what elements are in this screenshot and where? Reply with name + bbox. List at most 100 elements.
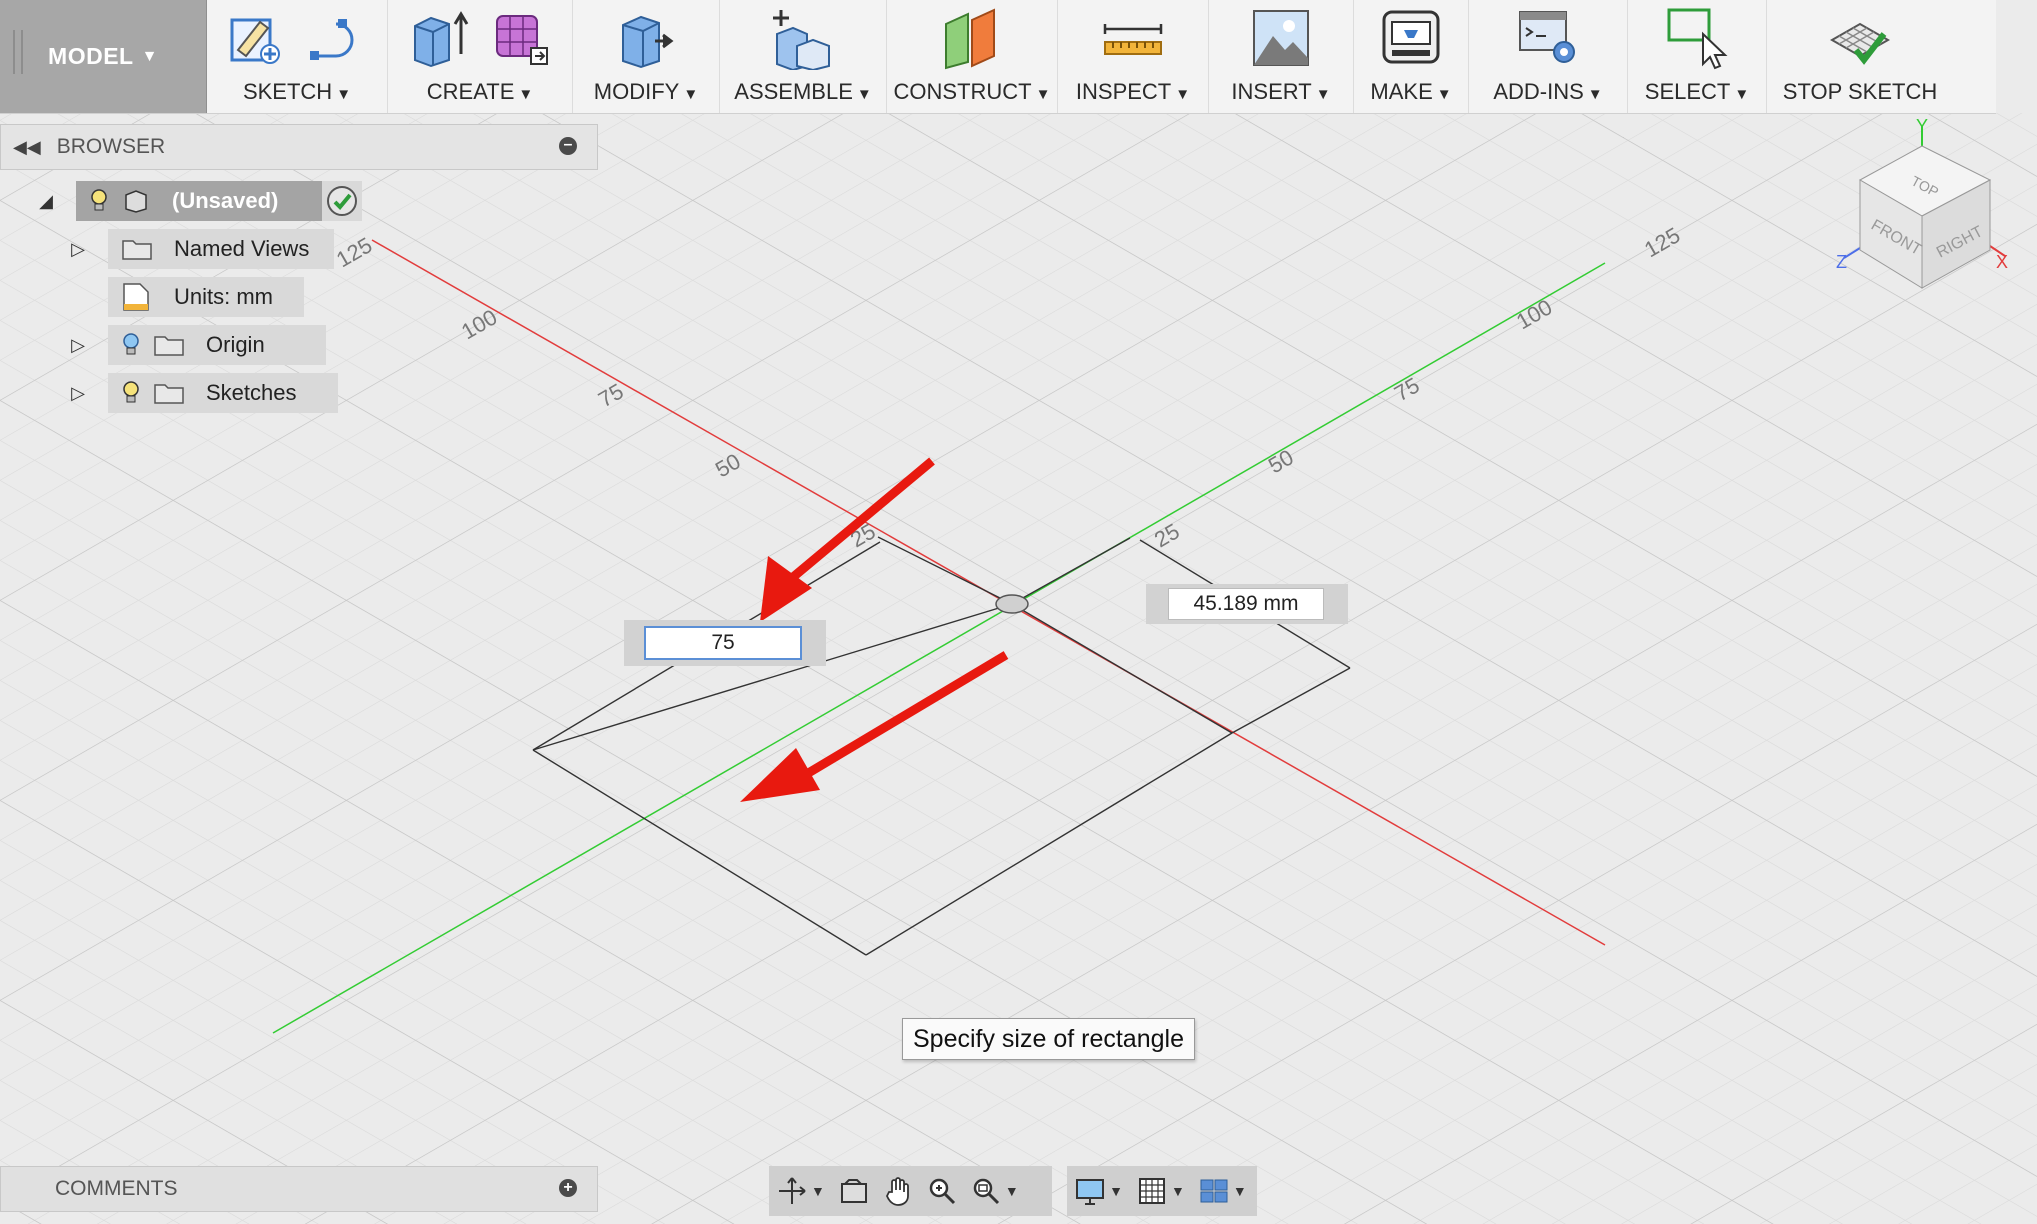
tooltip: Specify size of rectangle — [902, 1018, 1195, 1060]
toolbar-group-assemble[interactable]: ASSEMBLE ▼ — [720, 0, 887, 113]
document-name: (Unsaved) — [172, 188, 279, 213]
comments-title: COMMENTS — [55, 1177, 178, 1200]
navigation-bar: ▼ ▼ ▼ ▼ ▼ — [769, 1166, 1257, 1216]
main-toolbar: MODEL ▼ SKETCH ▼ CREATE ▼ MODIFY ▼ ASSEM… — [0, 0, 1996, 114]
toolbar-group-create[interactable]: CREATE ▼ — [388, 0, 573, 113]
browser-item-sketches[interactable]: ▷ Sketches — [68, 373, 338, 413]
units-icon — [123, 283, 149, 311]
extrude-icon[interactable] — [409, 8, 469, 68]
toolbar-group-select[interactable]: SELECT ▼ — [1628, 0, 1767, 113]
browser-item-label: Named Views — [174, 236, 310, 261]
saved-check-icon — [322, 181, 362, 221]
chevron-down-icon: ▼ — [518, 86, 534, 103]
expand-triangle-icon[interactable]: ▷ — [68, 239, 88, 260]
browser-item-units[interactable]: Units: mm — [108, 277, 304, 317]
expand-triangle-icon[interactable]: ▷ — [68, 383, 88, 404]
chevron-down-icon[interactable]: ▼ — [1171, 1183, 1185, 1199]
toolbar-group-inspect[interactable]: INSPECT ▼ — [1058, 0, 1209, 113]
origin-point[interactable] — [995, 594, 1029, 614]
browser-item-label: Sketches — [206, 380, 297, 405]
toolbar-label-create: CREATE — [426, 79, 515, 104]
zoom-icon[interactable] — [927, 1176, 957, 1206]
zoom-window-icon[interactable] — [971, 1176, 1001, 1206]
toolbar-group-make[interactable]: MAKE ▼ — [1354, 0, 1469, 113]
browser-item-label: Units: mm — [174, 284, 273, 309]
stop-sketch-icon[interactable] — [1828, 10, 1892, 66]
toolbar-label-sketch: SKETCH — [242, 79, 333, 104]
orbit-icon[interactable] — [777, 1176, 807, 1206]
lightbulb-icon[interactable] — [122, 332, 140, 358]
chevron-down-icon[interactable]: ▼ — [1233, 1183, 1247, 1199]
toolbar-group-construct[interactable]: CONSTRUCT ▼ — [887, 0, 1058, 113]
toolbar-grip-icon — [13, 30, 23, 74]
chevron-down-icon: ▼ — [1175, 86, 1191, 103]
create-sketch-icon[interactable] — [228, 10, 284, 66]
folder-icon — [154, 336, 184, 356]
height-dimension-input[interactable] — [1168, 588, 1324, 620]
expand-triangle-icon[interactable]: ▷ — [68, 335, 88, 356]
toolbar-group-insert[interactable]: INSERT ▼ — [1209, 0, 1354, 113]
folder-icon — [122, 240, 152, 260]
toolbar-label-construct: CONSTRUCT — [893, 79, 1032, 104]
grid-settings-icon[interactable] — [1137, 1176, 1167, 1206]
browser-item-named-views[interactable]: ▷ Named Views — [68, 229, 334, 269]
axis-x-label: X — [1996, 252, 2008, 272]
toolbar-group-modify[interactable]: MODIFY ▼ — [573, 0, 720, 113]
workspace-switcher[interactable]: MODEL ▼ — [0, 0, 207, 113]
minimize-icon[interactable]: – — [559, 137, 577, 155]
look-at-icon[interactable] — [839, 1176, 869, 1206]
chevron-down-icon: ▼ — [336, 86, 352, 103]
insert-image-icon[interactable] — [1251, 8, 1311, 68]
chevron-down-icon: ▼ — [1315, 86, 1331, 103]
press-pull-icon[interactable] — [615, 7, 677, 69]
chevron-down-icon: ▼ — [683, 86, 699, 103]
select-icon[interactable] — [1665, 6, 1729, 70]
toolbar-group-sketch[interactable]: SKETCH ▼ — [207, 0, 388, 113]
toolbar-label-add-ins: ADD-INS — [1493, 79, 1584, 104]
nav-tools: ▼ ▼ — [769, 1166, 1052, 1216]
view-cube[interactable]: Y Z X TOP FRONT RIGHT — [1830, 118, 2010, 298]
chevron-down-icon: ▼ — [1734, 86, 1750, 103]
browser-root-item[interactable]: ◢ (Unsaved) — [36, 181, 362, 221]
chevron-down-icon[interactable]: ▼ — [1109, 1183, 1123, 1199]
folder-icon — [154, 384, 184, 404]
browser-item-label: Origin — [206, 332, 265, 357]
toolbar-label-stop-sketch: STOP SKETCH — [1782, 79, 1938, 104]
toolbar-label-make: MAKE — [1370, 79, 1433, 104]
expand-triangle-icon[interactable]: ◢ — [36, 191, 56, 212]
comments-panel-header[interactable]: COMMENTS + — [0, 1166, 598, 1212]
browser-panel-header[interactable]: ◀◀ BROWSER – — [0, 124, 598, 170]
toolbar-label-assemble: ASSEMBLE — [734, 79, 853, 104]
display-settings-icon[interactable] — [1075, 1176, 1105, 1206]
chevron-down-icon[interactable]: ▼ — [811, 1183, 825, 1199]
viewports-icon[interactable] — [1199, 1176, 1229, 1206]
measure-icon[interactable] — [1101, 18, 1165, 58]
component-icon — [125, 190, 147, 213]
height-dimension-box — [1146, 584, 1348, 624]
stop-sketch-button[interactable]: STOP SKETCH — [1767, 0, 1953, 113]
lightbulb-icon[interactable] — [122, 380, 140, 406]
display-tools: ▼ ▼ ▼ — [1067, 1166, 1257, 1216]
sketch-arc-icon[interactable] — [306, 10, 366, 66]
add-comment-icon[interactable]: + — [559, 1179, 577, 1197]
toolbar-group-add-ins[interactable]: ADD-INS ▼ — [1469, 0, 1628, 113]
offset-plane-icon[interactable] — [940, 6, 1004, 70]
toolbar-label-insert: INSERT — [1231, 79, 1312, 104]
chevron-down-icon: ▼ — [1035, 86, 1051, 103]
workspace-label: MODEL — [48, 43, 134, 69]
chevron-down-icon[interactable]: ▼ — [1005, 1183, 1019, 1199]
3d-print-icon[interactable] — [1380, 8, 1442, 68]
lightbulb-icon[interactable] — [90, 188, 108, 214]
browser-title: BROWSER — [56, 135, 166, 158]
axis-z-label: Z — [1836, 252, 1847, 272]
toolbar-label-select: SELECT — [1644, 79, 1731, 104]
tooltip-text: Specify size of rectangle — [913, 1024, 1184, 1053]
scripts-icon[interactable] — [1516, 8, 1580, 68]
pan-hand-icon[interactable] — [883, 1176, 913, 1206]
form-icon[interactable] — [491, 8, 551, 68]
collapse-panel-icon[interactable]: ◀◀ — [13, 137, 41, 158]
width-dimension-box — [624, 620, 826, 666]
new-component-icon[interactable] — [771, 6, 835, 70]
width-dimension-input[interactable] — [644, 626, 802, 660]
browser-item-origin[interactable]: ▷ Origin — [68, 325, 326, 365]
